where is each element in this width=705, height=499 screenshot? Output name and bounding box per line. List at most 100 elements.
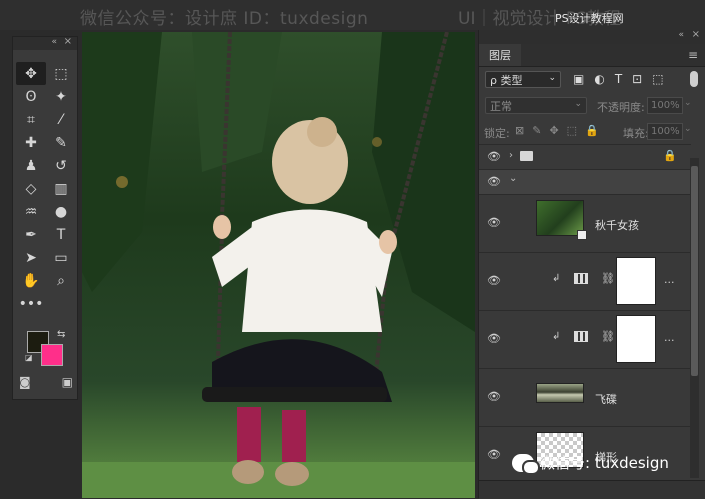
layer-filter-select[interactable]: ρ 类型 ⌄ [485, 71, 561, 88]
blend-row: 正常 ⌄ 不透明度: 100% ⌄ [479, 93, 705, 119]
close-icon[interactable]: × [692, 29, 700, 40]
tab-layers[interactable]: 图层 [479, 44, 521, 66]
gradient-tool[interactable]: ▥ [46, 177, 76, 200]
light-spot [116, 176, 128, 188]
girl-hand-right [379, 230, 397, 254]
eye-icon[interactable]: 👁 [487, 216, 501, 229]
chevron-down-icon[interactable]: ⌄ [684, 124, 692, 134]
path-selection-tool[interactable]: ➤ [16, 246, 46, 269]
lock-image-icon[interactable]: ✎ [532, 124, 541, 137]
eye-icon[interactable]: 👁 [487, 274, 501, 287]
chevron-down-icon[interactable]: ⌄ [684, 98, 692, 108]
lock-position-icon[interactable]: ✥ [549, 124, 558, 137]
filter-toggle[interactable] [690, 71, 698, 87]
smart-filter-icon[interactable]: ⬚ [652, 72, 663, 86]
wechat-watermark: 微信号: tuxdesign [512, 452, 669, 475]
default-colors-icon[interactable]: ◪ [25, 353, 33, 362]
history-brush-tool[interactable]: ↺ [46, 154, 76, 177]
document-canvas[interactable] [82, 32, 475, 498]
shoe-sole-right [275, 462, 309, 486]
smart-object-icon [577, 230, 587, 240]
panel-menu-icon[interactable]: ≡ [688, 48, 698, 62]
clipping-mask-icon: ↲ [552, 273, 561, 284]
adjustment-filter-icon[interactable]: ◐ [594, 72, 604, 86]
swap-colors-icon[interactable]: ⇆ [57, 329, 65, 340]
link-icon[interactable]: ⛓ [601, 330, 615, 343]
crop-tool[interactable]: ⌗ [16, 108, 46, 131]
filter-value: ρ 类型 [490, 73, 523, 87]
blur-tool[interactable]: ♒ [16, 200, 46, 223]
lock-all-icon[interactable]: 🔒 [585, 124, 599, 137]
hand-tool[interactable]: ✋ [16, 269, 46, 292]
eye-icon[interactable]: 👁 [487, 150, 501, 163]
shape-filter-icon[interactable]: ⊡ [632, 72, 642, 86]
chevron-right-icon[interactable]: › [509, 150, 513, 161]
stamp-tool[interactable]: ♟ [16, 154, 46, 177]
more-icon[interactable]: ... [664, 273, 675, 286]
opacity-field[interactable]: 100% [647, 97, 683, 114]
wechat-id: 微信号: tuxdesign [540, 454, 669, 472]
lock-transparent-icon[interactable]: ⊠ [515, 124, 524, 137]
collapse-icon[interactable]: « [678, 30, 684, 40]
fill-field[interactable]: 100% [647, 123, 683, 140]
tool-grid: ✥ ⬚ ʘ ✦ ⌗ ⁄ ✚ ✎ ♟ ↺ ◇ ▥ ♒ ● ✒ T ➤ ▭ ✋ ⌕ ••• [13, 62, 77, 315]
lasso-tool[interactable]: ʘ [16, 85, 46, 108]
healing-tool[interactable]: ✚ [16, 131, 46, 154]
layers-scrollbar[interactable] [690, 158, 699, 478]
screen-mode-icon[interactable]: ▣ [62, 375, 73, 389]
lock-icon: 🔒 [663, 149, 677, 162]
layer-name: 飞碟 [595, 393, 617, 406]
chevron-down-icon[interactable]: ⌄ [509, 173, 517, 184]
magic-wand-tool[interactable]: ✦ [46, 85, 76, 108]
eyedropper-tool[interactable]: ⁄ [46, 108, 76, 131]
layer-row[interactable]: 👁 秋千女孩 [479, 194, 691, 252]
shape-tool[interactable]: ▭ [46, 246, 76, 269]
dodge-tool[interactable]: ● [46, 200, 76, 223]
eye-icon[interactable]: 👁 [487, 332, 501, 345]
folder-icon [520, 151, 533, 161]
more-icon[interactable]: ... [664, 331, 675, 344]
layer-name: 秋千女孩 [595, 219, 639, 232]
type-tool[interactable]: T [46, 223, 76, 246]
pixel-filter-icon[interactable]: ▣ [573, 72, 584, 86]
lock-row: 锁定: ⊠ ✎ ✥ ⬚ 🔒 填充: 100% ⌄ [479, 119, 705, 145]
eye-icon[interactable]: 👁 [487, 448, 501, 461]
swing-seat [202, 387, 387, 402]
blend-mode-select[interactable]: 正常 ⌄ [485, 97, 587, 114]
tree-right [372, 32, 475, 332]
layer-row[interactable]: 👁 飞碟 [479, 368, 691, 426]
layer-row[interactable]: 👁 ↲ ⛓ ... [479, 310, 691, 368]
background-color-swatch[interactable] [41, 344, 63, 366]
close-icon[interactable]: × [64, 36, 72, 47]
layer-group-expanded[interactable]: 👁 ⌄ [479, 169, 691, 194]
panel-grip[interactable] [13, 50, 77, 62]
lock-artboard-icon[interactable]: ⬚ [567, 124, 577, 137]
wechat-icon [512, 453, 540, 475]
clipping-mask-icon: ↲ [552, 331, 561, 342]
more-tools[interactable]: ••• [16, 292, 46, 315]
tools-panel: « × ✥ ⬚ ʘ ✦ ⌗ ⁄ ✚ ✎ ♟ ↺ ◇ ▥ ♒ ● ✒ T ➤ ▭ ✋ ⌕ ••• ⇆ ◪ ◙ ▣ [12, 36, 78, 400]
chevron-down-icon: ⌄ [548, 73, 556, 83]
girl-hand-left [213, 215, 231, 239]
layer-mask-thumbnail[interactable] [616, 257, 656, 305]
hair-bun [307, 117, 337, 147]
layer-group-collapsed[interactable]: 👁 › 🔒 [479, 144, 691, 169]
filter-icons: ▣ ◐ T ⊡ ⬚ [573, 72, 664, 86]
pen-tool[interactable]: ✒ [16, 223, 46, 246]
collapse-icon[interactable]: « [51, 37, 57, 47]
marquee-tool[interactable]: ⬚ [46, 62, 76, 85]
layer-row[interactable]: 👁 ↲ ⛓ ... [479, 252, 691, 310]
eraser-tool[interactable]: ◇ [16, 177, 46, 200]
brush-tool[interactable]: ✎ [46, 131, 76, 154]
zoom-tool[interactable]: ⌕ [46, 269, 76, 292]
layer-mask-thumbnail[interactable] [616, 315, 656, 363]
eye-icon[interactable]: 👁 [487, 390, 501, 403]
link-icon[interactable]: ⛓ [601, 272, 615, 285]
quick-mask-icon[interactable]: ◙ [19, 375, 31, 389]
scrollbar-thumb[interactable] [691, 166, 698, 376]
top-bar: 微信公众号：设计庶 ID：tuxdesign UI｜视觉设计 PS教程 PS设计… [0, 0, 705, 30]
type-filter-icon[interactable]: T [615, 72, 622, 86]
eye-icon[interactable]: 👁 [487, 175, 501, 188]
move-tool[interactable]: ✥ [16, 62, 46, 85]
chevron-down-icon: ⌄ [574, 99, 582, 109]
